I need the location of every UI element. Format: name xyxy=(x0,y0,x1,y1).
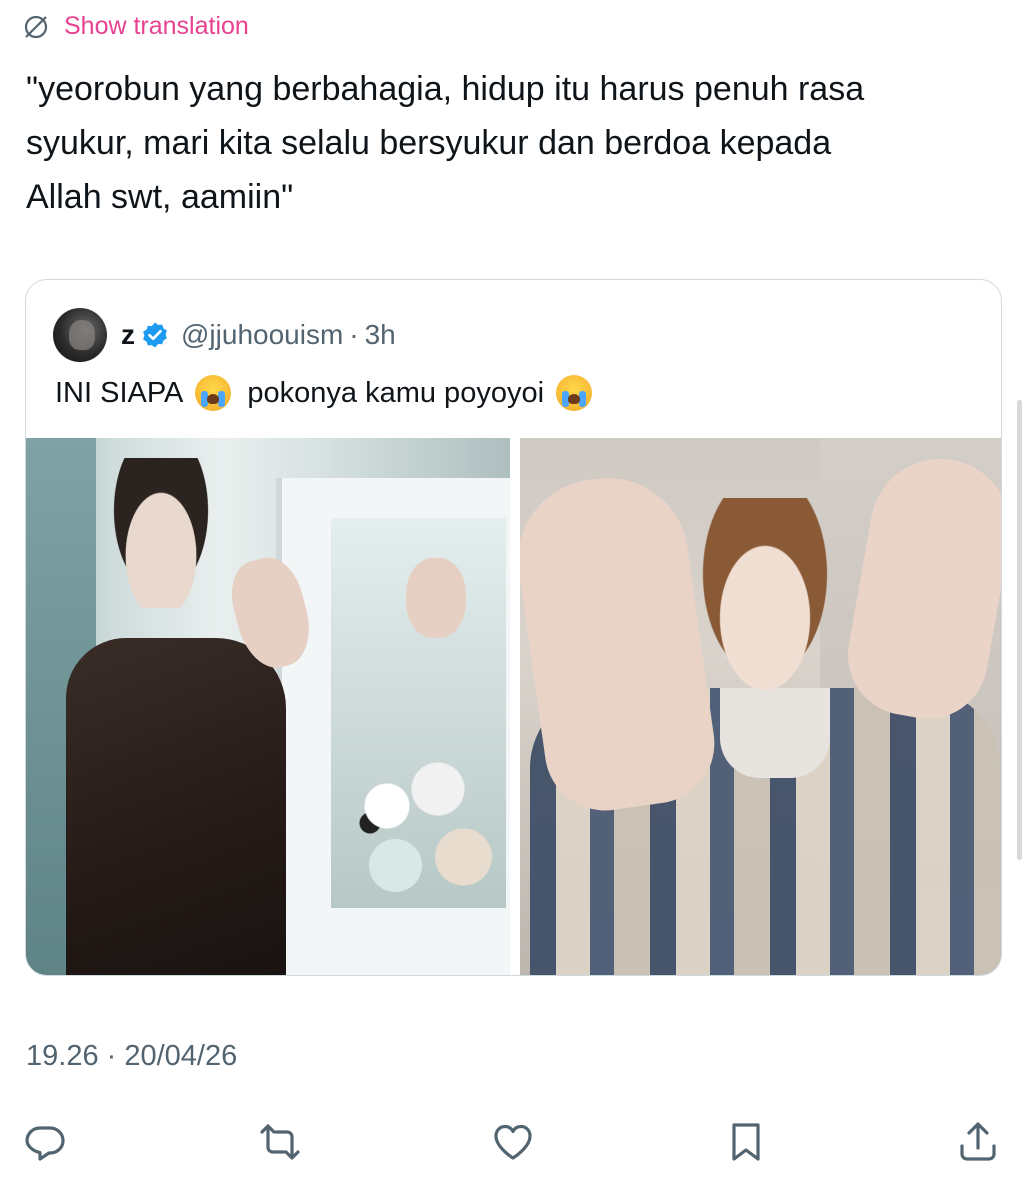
quoted-tweet-text: INI SIAPA pokonya kamu poyoyoi xyxy=(55,375,608,411)
verified-badge-icon xyxy=(135,321,169,349)
quoted-author-name[interactable]: z xyxy=(121,319,135,351)
repost-button[interactable] xyxy=(250,1112,310,1172)
quoted-tweet-card[interactable]: z @jjuhoouism · 3h INI SIAPA pokonya kamu… xyxy=(25,279,1002,976)
quoted-tweet-header: z @jjuhoouism · 3h xyxy=(53,308,396,362)
quoted-author-handle[interactable]: @jjuhoouism xyxy=(181,319,343,351)
loudly-crying-face-emoji xyxy=(556,375,593,411)
tweet-detail: Show translation "yeorobun yang berbahag… xyxy=(0,0,1026,1200)
photo-person-claw-machine[interactable] xyxy=(26,438,510,975)
show-translation-label[interactable]: Show translation xyxy=(64,12,249,41)
repost-icon xyxy=(258,1120,302,1164)
bookmark-button[interactable] xyxy=(716,1112,776,1172)
tweet-text: "yeorobun yang berbahagia, hidup itu har… xyxy=(26,70,865,216)
like-icon xyxy=(491,1120,535,1164)
share-button[interactable] xyxy=(948,1112,1008,1172)
photo-person-plaid-jacket[interactable] xyxy=(520,438,1001,975)
share-icon xyxy=(956,1120,1000,1164)
quoted-tweet-time[interactable]: 3h xyxy=(365,319,396,351)
reply-button[interactable] xyxy=(15,1112,75,1172)
separator-dot: · xyxy=(349,319,359,350)
loudly-crying-face-emoji xyxy=(195,375,232,411)
avatar[interactable] xyxy=(53,308,107,362)
reply-icon xyxy=(23,1120,67,1164)
tweet-action-bar xyxy=(0,1112,1026,1172)
show-translation-link[interactable]: Show translation xyxy=(22,12,249,41)
quoted-text-part2: pokonya kamu poyoyoi xyxy=(247,376,545,409)
globe-slash-icon xyxy=(22,13,50,41)
tweet-timestamp[interactable]: 19.26 · 20/04/26 xyxy=(26,1040,237,1073)
bookmark-icon xyxy=(724,1120,768,1164)
scrollbar[interactable] xyxy=(1017,400,1022,860)
quoted-text-part1: INI SIAPA xyxy=(55,376,184,409)
like-button[interactable] xyxy=(483,1112,543,1172)
